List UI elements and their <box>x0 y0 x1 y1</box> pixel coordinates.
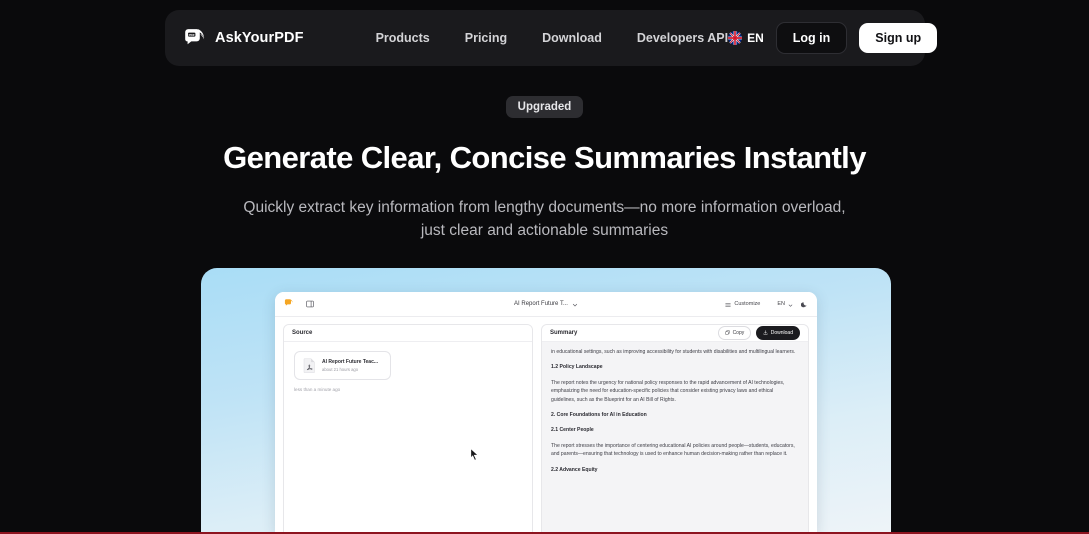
svg-text:PDF: PDF <box>189 33 195 37</box>
uk-flag-icon <box>728 31 743 45</box>
copy-label: Copy <box>732 330 745 336</box>
summary-content: in educational settings, such as improvi… <box>542 342 808 474</box>
app-document-title: AI Report Future T... <box>514 301 568 307</box>
signup-button[interactable]: Sign up <box>859 23 938 53</box>
source-file-card[interactable]: AI Report Future Teac... about 21 hours … <box>294 351 391 380</box>
login-button[interactable]: Log in <box>775 22 848 54</box>
source-file-meta: AI Report Future Teac... about 21 hours … <box>322 359 378 372</box>
toggle-sidebar-icon[interactable] <box>306 295 314 313</box>
customize-button[interactable]: Customize <box>725 295 760 313</box>
nav-link-developers-api[interactable]: Developers API <box>637 31 728 45</box>
hero-subtitle-line-2: just clear and actionable summaries <box>420 222 669 239</box>
source-panel-body: AI Report Future Teac... about 21 hours … <box>284 342 532 401</box>
landing-page: PDF AskYourPDF Products Pricing Download… <box>0 0 1089 534</box>
pdf-file-icon <box>303 358 316 374</box>
source-panel: Source AI Report Future Teac... about 21… <box>283 324 533 534</box>
app-logo-icon[interactable] <box>284 295 294 313</box>
summary-panel-title: Summary <box>550 330 578 336</box>
language-selector[interactable]: EN <box>728 31 764 45</box>
navbar: PDF AskYourPDF Products Pricing Download… <box>165 10 938 66</box>
summary-heading: 2.1 Center People <box>551 427 594 434</box>
source-file-name: AI Report Future Teac... <box>322 359 379 365</box>
upgraded-badge: Upgraded <box>505 96 584 118</box>
hero-section: Upgraded Generate Clear, Concise Summari… <box>0 96 1089 242</box>
download-button[interactable]: Download <box>756 326 800 340</box>
brand-logo-group[interactable]: PDF AskYourPDF <box>183 26 304 50</box>
uk-flag-icon <box>768 301 774 307</box>
mouse-cursor <box>470 447 479 461</box>
askyourpdf-logo-icon: PDF <box>183 26 207 50</box>
hero-subtitle-line-1: Quickly extract key information from len… <box>243 199 846 216</box>
dark-mode-toggle[interactable] <box>800 295 808 313</box>
nav-link-pricing[interactable]: Pricing <box>465 31 507 45</box>
summary-panel-header: Summary Copy Download <box>542 325 808 342</box>
customize-label: Customize <box>734 301 761 307</box>
source-upload-time: less than a minute ago <box>294 387 341 392</box>
summary-paragraph: The report stresses the importance of ce… <box>551 442 795 458</box>
app-language-selector[interactable]: EN <box>768 295 793 313</box>
download-label: Download <box>770 330 793 336</box>
summary-heading: 2. Core Foundations for AI in Education <box>551 412 647 419</box>
navbar-actions: EN Log in Sign up <box>728 22 938 54</box>
app-window: AI Report Future T... Customize EN Sourc… <box>275 292 817 534</box>
copy-button[interactable]: Copy <box>718 326 752 340</box>
app-mockup-frame: AI Report Future T... Customize EN Sourc… <box>201 268 891 534</box>
source-file-time: about 21 hours ago <box>322 367 359 372</box>
summary-panel: Summary Copy Download in educational set… <box>541 324 809 534</box>
language-label: EN <box>747 31 764 45</box>
source-panel-title: Source <box>292 330 313 336</box>
summary-heading: 1.2 Policy Landscape <box>551 364 603 371</box>
hero-subtitle: Quickly extract key information from len… <box>0 196 1089 242</box>
nav-link-download[interactable]: Download <box>542 31 602 45</box>
copy-icon <box>725 329 730 337</box>
chevron-down-icon <box>572 295 578 313</box>
summary-panel-actions: Copy Download <box>718 326 800 340</box>
app-toolbar-right: Customize EN <box>725 295 808 313</box>
page-title: Generate Clear, Concise Summaries Instan… <box>223 140 866 175</box>
app-language-label: EN <box>777 301 785 307</box>
app-toolbar-left <box>284 295 314 313</box>
nav-links: Products Pricing Download Developers API <box>376 31 729 45</box>
nav-link-products[interactable]: Products <box>376 31 430 45</box>
source-panel-header: Source <box>284 325 532 342</box>
app-body: Source AI Report Future Teac... about 21… <box>275 317 817 534</box>
download-icon <box>763 329 768 337</box>
chevron-down-icon <box>788 295 793 313</box>
app-toolbar: AI Report Future T... Customize EN <box>275 292 817 317</box>
brand-name: AskYourPDF <box>215 30 304 46</box>
sliders-icon <box>725 295 731 313</box>
summary-paragraph: in educational settings, such as improvi… <box>551 349 796 355</box>
summary-heading: 2.2 Advance Equity <box>551 466 598 473</box>
summary-paragraph: The report notes the urgency for nationa… <box>551 379 785 403</box>
